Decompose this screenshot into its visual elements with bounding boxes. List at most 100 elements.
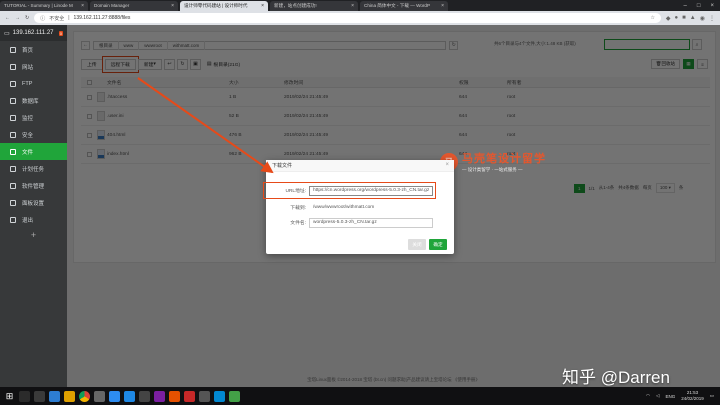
app-icon — [10, 182, 16, 189]
extension-icon[interactable]: ◆ — [666, 15, 671, 22]
minimize-icon[interactable]: – — [684, 3, 687, 9]
sidebar-item-home[interactable]: 首页 — [0, 41, 67, 58]
url-field[interactable]: ⓘ 不安全 | 139.162.111.27:8888/files ☆ — [34, 13, 661, 23]
dir-row: 下载到: /www/wwwroot/withmatt.com — [266, 202, 433, 213]
menu-icon[interactable]: ⋮ — [709, 15, 715, 22]
profile-icon[interactable]: ◉ — [700, 15, 705, 22]
ftp-icon — [10, 80, 16, 87]
address-bar: ← → ↻ ⓘ 不安全 | 139.162.111.27:8888/files … — [0, 11, 720, 25]
app-icon[interactable] — [229, 390, 240, 402]
tab-title: 设计师零代码建站 | 设计师时代 — [184, 3, 248, 8]
explorer-icon[interactable] — [64, 390, 75, 402]
clock[interactable]: 21:53 24/02/2019 — [681, 390, 704, 402]
watermark-logo: 马 马壳笔设计留学 — 设计类留学 · 一站式服务 — — [440, 150, 546, 173]
settings-icon — [10, 199, 16, 206]
app-icon[interactable] — [139, 390, 150, 402]
filename-label: 文件名: — [290, 221, 306, 226]
dir-input[interactable]: /www/wwwroot/withmatt.com — [309, 202, 433, 213]
server-ip: 139.162.111.27 — [12, 30, 54, 36]
windows-start-icon[interactable]: ⊞ — [4, 391, 15, 402]
url-input[interactable]: https://cn.wordpress.org/wordpress-5.0.3… — [309, 185, 433, 196]
clock-icon — [10, 165, 16, 172]
sidebar-item-label: FTP — [22, 80, 33, 87]
sidebar-item-cron[interactable]: 计划任务 — [0, 160, 67, 177]
download-dialog: 下载文件 × URL地址: https://cn.wordpress.org/w… — [263, 160, 454, 254]
close-icon[interactable]: × — [81, 1, 84, 11]
wifi-icon[interactable]: ◠ — [646, 393, 650, 399]
dir-value: /www/wwwroot/withmatt.com — [313, 205, 375, 210]
logo-title: 马壳笔设计留学 — [462, 153, 546, 165]
sidebar-item-software[interactable]: 软件管理 — [0, 177, 67, 194]
confirm-button[interactable]: 确定 — [429, 239, 447, 250]
close-icon[interactable]: × — [441, 1, 444, 11]
filename-row: 文件名: wordpress-5.0.3-zh_CN.tar.gz — [266, 217, 433, 228]
close-icon[interactable]: × — [351, 1, 354, 11]
sidebar-item-security[interactable]: 安全 — [0, 126, 67, 143]
sidebar-item-logout[interactable]: 退出 — [0, 211, 67, 228]
browser-tab-bar: TUTORIAL - Summary | Linode M × Domain Ma… — [0, 0, 720, 11]
sidebar-item-ftp[interactable]: FTP — [0, 75, 67, 92]
task-view-icon[interactable] — [34, 390, 45, 402]
extension-icon[interactable]: ● — [675, 15, 679, 22]
browser-tab[interactable]: Domain Manager × — [90, 1, 178, 11]
app-icon[interactable] — [109, 390, 120, 402]
sidebar-item-label: 面板设置 — [22, 200, 45, 207]
app-icon[interactable] — [214, 390, 225, 402]
app-icon[interactable] — [184, 390, 195, 402]
app-icon[interactable] — [124, 390, 135, 402]
star-icon[interactable]: ☆ — [650, 15, 654, 21]
zhihu-watermark: 知乎 @Darren — [562, 368, 670, 387]
globe-icon — [10, 63, 16, 70]
edge-icon[interactable] — [49, 390, 60, 402]
close-icon[interactable]: × — [171, 1, 174, 11]
notification-icon[interactable]: ▭ — [710, 393, 714, 399]
logo-subtitle: — 设计类留学 · 一站式服务 — — [462, 167, 523, 172]
volume-icon[interactable]: ◁ — [656, 393, 659, 399]
tab-title: Domain Manager — [94, 3, 130, 8]
filename-input[interactable]: wordpress-5.0.3-zh_CN.tar.gz — [309, 217, 433, 228]
sidebar: ▭ 139.162.111.27 0 首页 网站 FTP 数据库 监控 安全 文… — [0, 25, 67, 387]
logout-icon — [10, 216, 16, 223]
sidebar-item-label: 计划任务 — [22, 166, 45, 173]
sidebar-item-monitor[interactable]: 监控 — [0, 109, 67, 126]
maximize-icon[interactable]: □ — [697, 3, 701, 9]
chrome-icon[interactable] — [79, 390, 90, 402]
back-icon[interactable]: ← — [5, 15, 10, 21]
database-icon — [10, 97, 16, 104]
sidebar-item-database[interactable]: 数据库 — [0, 92, 67, 109]
extension-icon[interactable]: ▲ — [690, 15, 696, 22]
browser-tab-active[interactable]: 设计师零代码建站 | 设计师时代 × — [180, 1, 268, 11]
window-controls: – □ × — [684, 0, 720, 11]
browser-tab[interactable]: TUTORIAL - Summary | Linode M × — [0, 1, 88, 11]
sidebar-item-label: 退出 — [22, 217, 34, 224]
close-icon[interactable]: × — [261, 1, 264, 11]
sidebar-item-websites[interactable]: 网站 — [0, 58, 67, 75]
language-indicator[interactable]: ENG — [665, 394, 675, 399]
extensions: ◆ ● ■ ▲ ◉ ⋮ — [666, 15, 715, 22]
app-icon[interactable] — [154, 390, 165, 402]
extension-icon[interactable]: ■ — [682, 15, 686, 22]
url-value: https://cn.wordpress.org/wordpress-5.0.3… — [313, 188, 430, 193]
insecure-label: 不安全 — [49, 15, 65, 22]
taskbar: ⊞ ◠ ◁ ENG 21:53 24/02/2019 ▭ — [0, 387, 720, 405]
close-icon[interactable]: × — [445, 162, 449, 168]
dir-label: 下载到: — [290, 206, 306, 211]
screen: TUTORIAL - Summary | Linode M × Domain Ma… — [0, 0, 720, 405]
forward-icon[interactable]: → — [15, 15, 20, 21]
app-icon[interactable] — [199, 390, 210, 402]
close-window-icon[interactable]: × — [710, 3, 714, 9]
browser-tab[interactable]: China 简体中文 - 下载 — WordP × — [360, 1, 448, 11]
app-icon[interactable] — [94, 390, 105, 402]
browser-tab[interactable]: 新建，站点创建成功! × — [270, 1, 358, 11]
add-icon[interactable]: + — [0, 230, 67, 240]
notification-badge[interactable]: 0 — [58, 30, 63, 36]
tab-title: 新建，站点创建成功! — [274, 3, 317, 8]
search-icon[interactable] — [19, 390, 30, 402]
cancel-button[interactable]: 关闭 — [408, 239, 426, 250]
sidebar-item-label: 安全 — [22, 132, 34, 139]
sidebar-item-files[interactable]: 文件 — [0, 143, 67, 160]
illustrator-icon[interactable] — [169, 390, 180, 402]
sidebar-item-settings[interactable]: 面板设置 — [0, 194, 67, 211]
sidebar-item-label: 数据库 — [22, 98, 39, 105]
reload-icon[interactable]: ↻ — [25, 15, 29, 21]
